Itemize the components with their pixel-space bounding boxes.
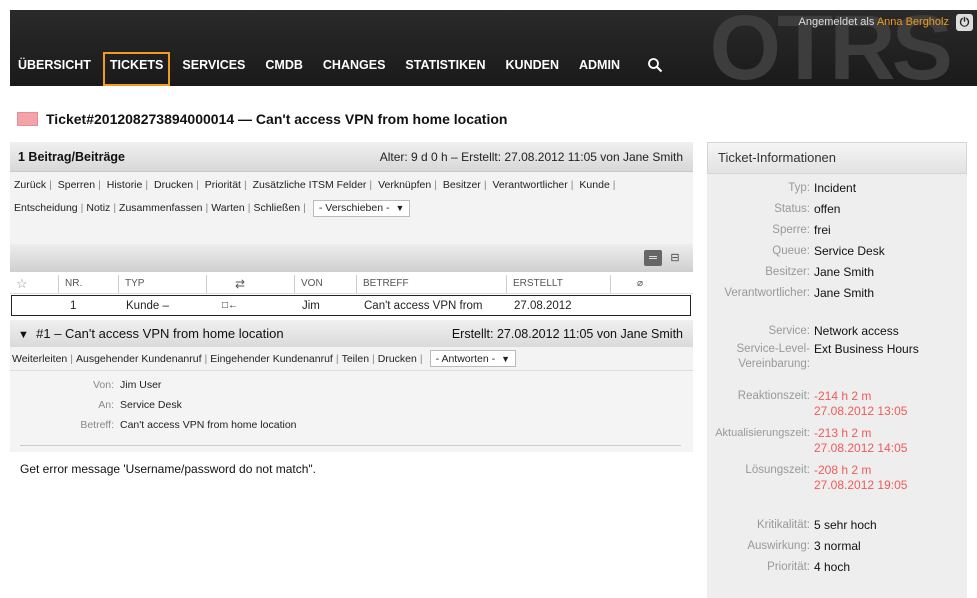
menu-customer[interactable]: Kunde	[579, 179, 609, 191]
menu-forward[interactable]: Weiterleiten	[12, 353, 67, 365]
info-owner: Jane Smith	[814, 265, 875, 279]
menu-itsm-fields[interactable]: Zusätzliche ITSM Felder	[253, 179, 367, 191]
info-priority: 4 hoch	[814, 560, 851, 574]
menu-row-1: Zurück | Sperren | Historie | Drucken | Prio…	[14, 179, 616, 191]
header: OTRS Angemeldet als Anna Bergholz ⏻ ÜBER…	[10, 10, 977, 86]
move-select[interactable]: - Verschieben - ▼	[312, 200, 411, 217]
table-row[interactable]: 1 Kunde – □← Jim Can't access VPN from 2…	[11, 295, 691, 316]
col-from[interactable]: VON	[294, 275, 356, 293]
article-created: Erstellt: 27.08.2012 11:05 von Jane Smit…	[451, 326, 683, 341]
menu-lock[interactable]: Sperren	[58, 179, 95, 191]
menu-priority[interactable]: Priorität	[205, 179, 241, 191]
row-subject: Can't access VPN from	[364, 299, 483, 312]
article-bar: ▼ #1 – Can't access VPN from home locati…	[10, 320, 693, 347]
row-nr: 1	[70, 299, 77, 312]
menu-decision[interactable]: Entscheidung	[14, 197, 78, 220]
article-headers: Von: Jim User An: Service Desk Betreff: Can…	[10, 371, 693, 452]
info-status: offen	[814, 202, 841, 216]
list-view-icon[interactable]: ═	[644, 250, 662, 266]
row-from: Jim	[302, 299, 320, 312]
priority-indicator	[17, 112, 38, 126]
nav-overview[interactable]: ÜBERSICHT	[10, 52, 99, 86]
menu-split[interactable]: Teilen	[342, 353, 369, 365]
expand-view-icon[interactable]: ⊟	[666, 250, 684, 266]
article-body: Get error message 'Username/password do …	[20, 462, 317, 476]
info-sla: Ext Business Hours	[814, 342, 919, 356]
header-from-label: Von:	[92, 379, 114, 391]
menu-inbound-call[interactable]: Eingehender Kundenanruf	[210, 353, 333, 365]
menu-print[interactable]: Drucken	[154, 179, 193, 191]
article-table: ☆ NR. TYP ⇄ VON BETREFF ERSTELLT ⌀ 1 Kun…	[10, 272, 693, 320]
info-type: Incident	[814, 181, 857, 195]
ticket-title-row: Ticket#201208273894000014 — Can't access…	[17, 111, 507, 127]
row-created: 27.08.2012	[514, 299, 572, 312]
info-queue: Service Desk	[814, 244, 885, 258]
main-panel: 1 Beitrag/Beiträge Alter: 9 d 0 h – Erst…	[10, 142, 693, 598]
row-direction: □←	[222, 300, 239, 311]
menu-link[interactable]: Verknüpfen	[378, 179, 431, 191]
ticket-info-panel: Ticket-Informationen Typ: Incident Status…	[707, 142, 967, 598]
col-created[interactable]: ERSTELLT	[506, 275, 610, 293]
table-header: ☆ NR. TYP ⇄ VON BETREFF ERSTELLT ⌀	[10, 272, 693, 294]
info-responsible: Jane Smith	[814, 286, 875, 300]
row-type: Kunde –	[126, 299, 169, 312]
nav-changes[interactable]: CHANGES	[315, 52, 394, 86]
star-icon[interactable]: ☆	[10, 275, 58, 293]
info-criticality: 5 sehr hoch	[814, 518, 877, 532]
power-icon[interactable]: ⏻	[956, 14, 973, 31]
article-count: 1 Beitrag/Beiträge	[18, 149, 125, 164]
chevron-down-icon: ▼	[501, 353, 511, 364]
info-update-time: -213 h 2 m 27.08.2012 14:05	[814, 426, 908, 455]
menu-row-2: Entscheidung | Notiz | Zusammenfassen | War…	[14, 197, 689, 220]
menu-pending[interactable]: Warten	[211, 197, 244, 220]
header-subject-value: Can't access VPN from home location	[120, 419, 297, 431]
nav-statistics[interactable]: STATISTIKEN	[397, 52, 493, 86]
info-impact: 3 normal	[814, 539, 861, 553]
chevron-down-icon: ▼	[395, 203, 405, 213]
menu-merge[interactable]: Zusammenfassen	[119, 197, 202, 220]
menu-outbound-call[interactable]: Ausgehender Kundenanruf	[76, 353, 202, 365]
col-type[interactable]: TYP	[118, 275, 206, 293]
menu-responsible[interactable]: Verantwortlicher	[492, 179, 567, 191]
ticket-menu: Zurück | Sperren | Historie | Drucken | Prio…	[10, 172, 693, 220]
search-icon[interactable]	[640, 52, 670, 82]
col-nr[interactable]: NR.	[58, 275, 118, 293]
menu-note[interactable]: Notiz	[86, 197, 110, 220]
header-from-value: Jim User	[120, 379, 162, 391]
articles-bar: 1 Beitrag/Beiträge Alter: 9 d 0 h – Erst…	[10, 142, 693, 172]
header-to-value: Service Desk	[120, 399, 182, 411]
menu-back[interactable]: Zurück	[14, 179, 46, 191]
menu-owner[interactable]: Besitzer	[443, 179, 481, 191]
menu-close[interactable]: Schließen	[253, 197, 300, 220]
menu-history[interactable]: Historie	[107, 179, 143, 191]
nav-customers[interactable]: KUNDEN	[498, 52, 567, 86]
article-title: #1 – Can't access VPN from home location	[36, 326, 284, 341]
col-subject[interactable]: BETREFF	[356, 275, 506, 293]
reply-select[interactable]: - Antworten - ▼	[429, 350, 517, 367]
main-nav: ÜBERSICHT TICKETS SERVICES CMDB CHANGES …	[10, 52, 670, 86]
info-solution-time: -208 h 2 m 27.08.2012 19:05	[814, 463, 908, 492]
divider	[20, 445, 681, 446]
login-prefix: Angemeldet als	[798, 16, 875, 28]
article-list-bar: ═ ⊟	[10, 244, 693, 272]
info-service: Network access	[814, 324, 899, 338]
attachment-icon: ⌀	[610, 275, 670, 293]
nav-services[interactable]: SERVICES	[174, 52, 253, 86]
nav-tickets[interactable]: TICKETS	[102, 52, 171, 86]
ticket-age: Alter: 9 d 0 h – Erstellt: 27.08.2012 11…	[379, 149, 683, 164]
collapse-icon[interactable]: ▼	[18, 329, 29, 341]
col-direction[interactable]: ⇄	[206, 275, 294, 293]
page-title: Ticket#201208273894000014 — Can't access…	[46, 111, 508, 127]
nav-cmdb[interactable]: CMDB	[257, 52, 311, 86]
menu-article-print[interactable]: Drucken	[378, 353, 417, 365]
article-menu: Weiterleiten | Ausgehender Kundenanruf | E…	[10, 347, 693, 371]
login-info: Angemeldet als Anna Bergholz	[799, 16, 949, 28]
header-to-label: An:	[98, 399, 114, 411]
info-response-time: -214 h 2 m 27.08.2012 13:05	[814, 389, 908, 418]
ticket-info-title: Ticket-Informationen	[707, 142, 967, 174]
login-user-link[interactable]: Anna Bergholz	[877, 16, 949, 28]
info-lock: frei	[814, 223, 831, 237]
header-subject-label: Betreff:	[80, 419, 114, 431]
nav-admin[interactable]: ADMIN	[571, 52, 628, 86]
